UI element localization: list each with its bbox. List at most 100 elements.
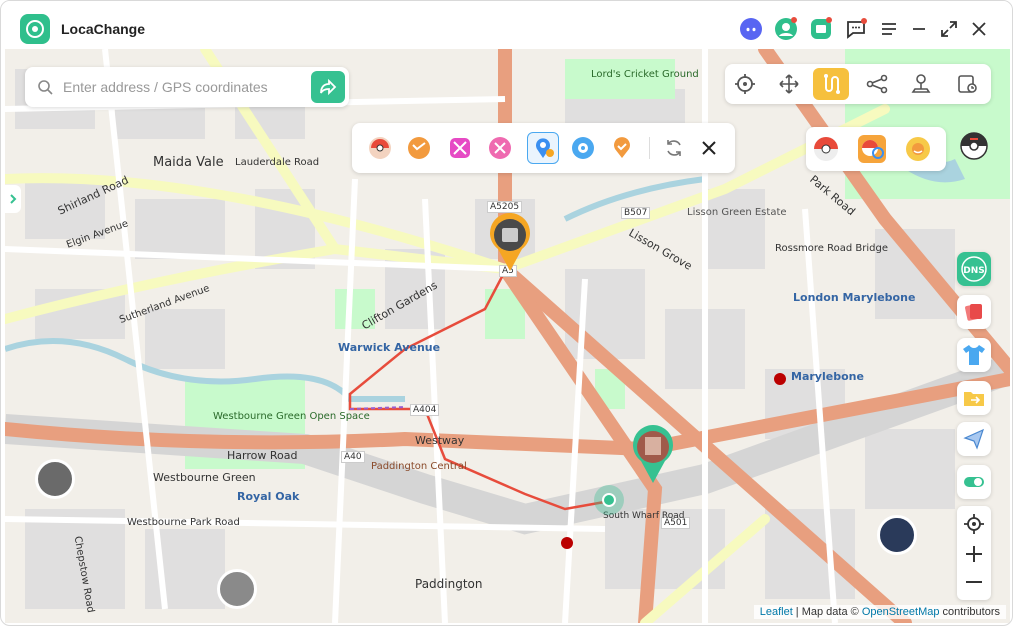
- minimize-icon[interactable]: [907, 17, 931, 41]
- pokeball-icon: [960, 132, 988, 160]
- toggle-button[interactable]: [957, 465, 991, 499]
- poke-pin-icon: [489, 137, 511, 159]
- discord-icon[interactable]: [739, 17, 763, 41]
- map-label-paddington-central: Paddington Central: [371, 461, 467, 472]
- search-input[interactable]: [63, 77, 293, 97]
- poke-search-button[interactable]: [856, 133, 888, 165]
- map-label-rossmore-road-bridge: Rossmore Road Bridge: [775, 243, 888, 254]
- map-label-westbourne-park-road: Westbourne Park Road: [127, 517, 240, 528]
- share-arrow-icon: [320, 78, 337, 96]
- pokeball-side-button[interactable]: [957, 129, 991, 163]
- menu-icon[interactable]: [877, 17, 901, 41]
- current-location-marker: [594, 485, 624, 515]
- poke-tool-5-button[interactable]: [527, 132, 559, 164]
- send-button[interactable]: [957, 422, 991, 456]
- joystick-icon: [911, 74, 931, 93]
- map-label-royal-oak: Royal Oak: [237, 490, 300, 503]
- map-label-maida-vale: Maida Vale: [153, 155, 224, 170]
- app-title: LocaChange: [61, 21, 146, 37]
- pokeball-icon: [369, 137, 391, 159]
- maximize-icon[interactable]: [937, 17, 961, 41]
- history-icon: [958, 75, 977, 93]
- street-mode-button[interactable]: [957, 338, 991, 372]
- map-label-lauderdale-road: Lauderdale Road: [235, 157, 320, 168]
- pokedex-button[interactable]: [810, 133, 842, 165]
- move-arrows-icon: [779, 74, 799, 94]
- zoom-out-button[interactable]: [962, 570, 986, 594]
- jump-teleport-button[interactable]: [859, 68, 895, 100]
- poke-radar-icon: [572, 137, 594, 159]
- poke-tool-1-button[interactable]: [364, 132, 396, 164]
- poke-route-icon: [614, 137, 630, 158]
- poke-tool-3-button[interactable]: [444, 132, 476, 164]
- map-attribution: Leaflet | Map data © OpenStreetMap contr…: [753, 605, 1006, 619]
- feedback-icon[interactable]: [844, 17, 868, 41]
- avatar-icon[interactable]: [774, 17, 798, 41]
- pokemon-quick-tools: [806, 127, 946, 171]
- streetview-thumb-south[interactable]: [217, 569, 257, 609]
- folder-icon: [964, 392, 984, 406]
- leaflet-link[interactable]: Leaflet: [760, 606, 793, 618]
- poke-tool-4-button[interactable]: [484, 132, 516, 164]
- route-icon: [824, 74, 840, 94]
- titlebar: LocaChange: [1, 1, 1012, 49]
- dns-icon: DNS: [961, 256, 987, 282]
- map-label-harrow-road: Harrow Road: [227, 449, 298, 462]
- map-label-london-marylebone: London Marylebone: [793, 291, 916, 304]
- teleport-mode-button[interactable]: [727, 68, 763, 100]
- close-toolbar-button[interactable]: [693, 132, 725, 164]
- app-logo-icon: [20, 14, 50, 44]
- map-label-a5205: A5205: [487, 201, 523, 213]
- map-label-marylebone: Marylebone: [791, 370, 864, 383]
- streetview-thumb-west[interactable]: [35, 459, 75, 499]
- sidebar-expand-button[interactable]: [5, 185, 21, 213]
- app-window: LocaChange Maida Vale Lauderdale Road Sh…: [0, 0, 1013, 626]
- poke-search-icon: [858, 135, 886, 163]
- refresh-button[interactable]: [658, 132, 690, 164]
- history-button[interactable]: [949, 68, 985, 100]
- map-label-lisson-green-estate: Lisson Green Estate: [687, 207, 787, 218]
- poke-face-icon: [906, 137, 930, 161]
- move-mode-button[interactable]: [771, 68, 807, 100]
- map-label-westbourne-green: Westbourne Green: [153, 471, 256, 484]
- streetview-thumb-east[interactable]: [877, 515, 917, 555]
- poke-tool-2-button[interactable]: [403, 132, 435, 164]
- toolbar-divider: [649, 137, 650, 159]
- paper-plane-icon: [963, 428, 984, 450]
- locate-me-button[interactable]: [962, 512, 986, 536]
- map-label-a40: A40: [341, 451, 365, 463]
- mode-toolbar: [725, 64, 991, 104]
- cards-button[interactable]: [957, 295, 991, 329]
- osm-link[interactable]: OpenStreetMap: [862, 606, 940, 618]
- map-label-a404: A404: [410, 404, 440, 416]
- zoom-in-button[interactable]: [962, 542, 986, 566]
- dns-button[interactable]: DNS: [957, 252, 991, 286]
- tshirt-icon: [963, 345, 985, 365]
- poke-catch-icon: [408, 137, 430, 159]
- map-label-paddington: Paddington: [415, 577, 483, 591]
- poke-tool-7-button[interactable]: [606, 132, 638, 164]
- plus-icon: [966, 546, 982, 562]
- route-end-marker[interactable]: [631, 425, 675, 485]
- map-label-lords-cricket-ground: Lord's Cricket Ground: [591, 69, 699, 80]
- poke-egg-icon: [450, 138, 470, 158]
- search-go-button[interactable]: [311, 71, 345, 103]
- map-label-b507: B507: [621, 207, 651, 219]
- route-start-marker[interactable]: [488, 213, 532, 273]
- joystick-mode-button[interactable]: [903, 68, 939, 100]
- refresh-icon: [667, 140, 681, 156]
- poke-nearby-button[interactable]: [902, 133, 934, 165]
- search-icon: [38, 80, 53, 95]
- close-icon[interactable]: [967, 17, 991, 41]
- crosshair-icon: [735, 74, 755, 94]
- poke-location-icon: [536, 138, 554, 158]
- multi-stop-route-button[interactable]: [813, 68, 849, 100]
- nodes-icon: [866, 74, 888, 94]
- zoom-controls: [957, 506, 991, 600]
- map-label-westbourne-green-open-space: Westbourne Green Open Space: [213, 411, 370, 422]
- poke-tool-6-button[interactable]: [567, 132, 599, 164]
- toggle-icon: [964, 477, 984, 487]
- folder-import-button[interactable]: [957, 381, 991, 415]
- toolbox-icon[interactable]: [809, 17, 833, 41]
- pokeball-trainer-icon: [814, 137, 838, 161]
